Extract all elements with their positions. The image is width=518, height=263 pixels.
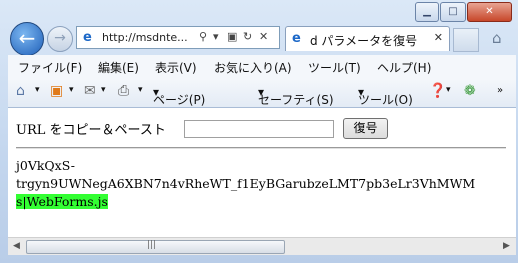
maximize-button[interactable]: □ <box>440 2 466 22</box>
arrow-left-icon: ← <box>18 26 36 50</box>
dropdown-icon[interactable]: ▾ <box>35 85 40 95</box>
horizontal-scrollbar[interactable]: ◀ ||| ▶ <box>8 237 516 255</box>
page-content: URL をコピー＆ペースト 復号 j0VkQxS- trgyn9UWNegA6X… <box>8 108 516 237</box>
scrollbar-thumb[interactable]: ||| <box>26 240 285 254</box>
menu-tools[interactable]: ツール(T) <box>308 59 361 76</box>
compatibility-view-icon[interactable]: ▣ <box>227 30 237 43</box>
minimize-button[interactable]: ▁ <box>415 2 439 22</box>
mail-icon[interactable]: ✉ <box>84 83 96 99</box>
home-icon[interactable]: ⌂ <box>492 29 502 47</box>
new-tab-button[interactable] <box>453 28 479 52</box>
ie-page-icon: e <box>83 30 92 45</box>
url-label: URL をコピー＆ペースト <box>16 123 166 138</box>
research-icon[interactable]: ❁ <box>464 83 476 99</box>
search-icon[interactable]: ⚲ <box>199 30 207 43</box>
refresh-icon[interactable]: ↻ <box>243 30 252 43</box>
dropdown-icon[interactable]: ▾ <box>69 85 74 95</box>
help-icon[interactable]: ❓ <box>429 83 446 99</box>
arrow-right-icon: → <box>54 30 66 46</box>
page-menu[interactable]: ページ(P) ▾ <box>153 85 205 107</box>
stop-icon[interactable]: ✕ <box>259 30 268 43</box>
menu-help[interactable]: ヘルプ(H) <box>377 59 431 76</box>
menu-bar: ファイル(F) 編集(E) 表示(V) お気に入り(A) ツール(T) ヘルプ(… <box>8 55 516 79</box>
close-window-button[interactable]: ✕ <box>467 2 512 22</box>
dropdown-icon[interactable]: ▾ <box>446 85 451 95</box>
browser-window: ▁ □ ✕ ← → e http://msdnte... ⚲ ▾ ▣ ↻ ✕ e… <box>0 0 518 263</box>
command-bar: ⌂ ▾ ▣ ▾ ✉ ▾ ⎙ ▾ ページ(P) ▾ セーフティ(S) ▾ ツール(… <box>8 79 516 108</box>
address-bar[interactable]: e http://msdnte... ⚲ ▾ ▣ ↻ ✕ <box>76 26 280 49</box>
decode-button[interactable]: 復号 <box>343 118 388 139</box>
menu-view[interactable]: 表示(V) <box>155 59 197 76</box>
tab-active[interactable]: e d パラメータを復号 ✕ <box>285 26 450 51</box>
tools-menu[interactable]: ツール(O) ▾ <box>358 85 413 107</box>
close-tab-icon[interactable]: ✕ <box>434 31 443 44</box>
page-menu-label: ページ(P) <box>153 93 206 107</box>
output-highlight: s|WebForms.js <box>16 194 108 209</box>
dropdown-icon[interactable]: ▾ <box>101 85 106 95</box>
safety-menu[interactable]: セーフティ(S) ▾ <box>258 85 334 107</box>
grip-icon: ||| <box>147 240 157 250</box>
forward-button[interactable]: → <box>47 26 73 52</box>
print-icon[interactable]: ⎙ <box>118 83 129 99</box>
output-line-2: trgyn9UWNegA6XBN7n4vRheWT_f1EyBGarubzeLM… <box>16 176 476 191</box>
dropdown-icon[interactable]: ▾ <box>138 85 143 95</box>
scroll-right-icon[interactable]: ▶ <box>503 241 510 251</box>
ie-tab-icon: e <box>292 31 301 46</box>
scroll-left-icon[interactable]: ◀ <box>13 241 20 251</box>
dropdown-icon[interactable]: ▾ <box>213 30 219 43</box>
output-line-1: j0VkQxS- <box>16 158 75 173</box>
url-input[interactable] <box>184 120 334 138</box>
chevron-more-icon[interactable]: » <box>497 85 503 96</box>
rss-feed-icon[interactable]: ▣ <box>50 83 63 99</box>
divider <box>16 147 506 149</box>
home-icon[interactable]: ⌂ <box>16 83 25 99</box>
menu-edit[interactable]: 編集(E) <box>98 59 139 76</box>
tools-menu-label: ツール(O) <box>358 93 413 107</box>
tab-title: d パラメータを復号 <box>310 34 418 48</box>
menu-file[interactable]: ファイル(F) <box>18 59 82 76</box>
address-url[interactable]: http://msdnte... <box>102 31 188 44</box>
back-button[interactable]: ← <box>10 22 44 56</box>
menu-favorites[interactable]: お気に入り(A) <box>214 59 292 76</box>
safety-menu-label: セーフティ(S) <box>258 93 334 107</box>
